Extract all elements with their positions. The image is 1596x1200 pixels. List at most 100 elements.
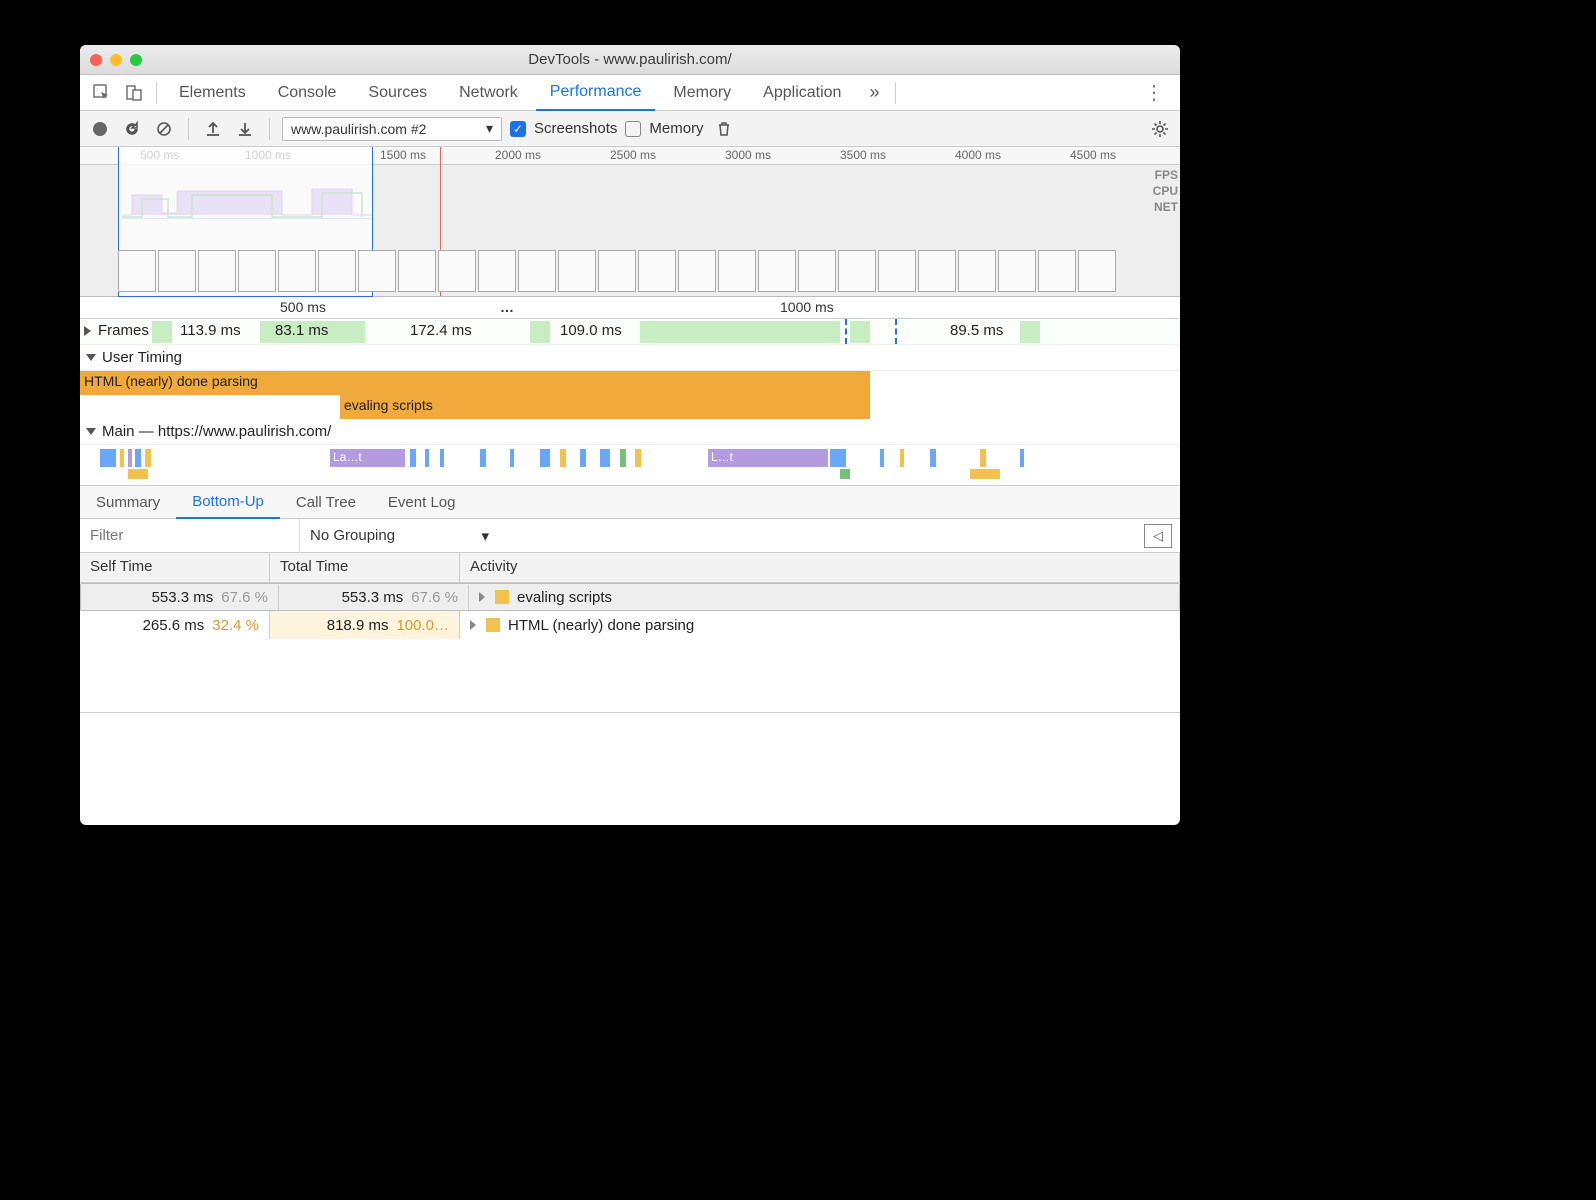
main-thread-track[interactable]: La…t L…t bbox=[80, 445, 1180, 485]
main-thread-header[interactable]: Main — https://www.paulirish.com/ bbox=[80, 419, 1180, 445]
timing-bar-html-parsing[interactable]: HTML (nearly) done parsing bbox=[80, 371, 870, 395]
expand-icon[interactable] bbox=[470, 620, 476, 630]
tab-console[interactable]: Console bbox=[264, 75, 351, 111]
record-button[interactable] bbox=[88, 117, 112, 141]
frames-track[interactable]: Frames 113.9 ms 83.1 ms 172.4 ms 109.0 m… bbox=[80, 319, 1180, 345]
screenshot-thumb[interactable] bbox=[118, 250, 156, 292]
frame-block[interactable] bbox=[850, 321, 870, 343]
tabs-overflow[interactable]: » bbox=[861, 82, 887, 103]
screenshot-thumb[interactable] bbox=[438, 250, 476, 292]
recording-select[interactable]: www.paulirish.com #2 ▾ bbox=[282, 117, 502, 141]
save-profile-icon[interactable] bbox=[233, 117, 257, 141]
screenshot-thumb[interactable] bbox=[238, 250, 276, 292]
screenshot-thumb[interactable] bbox=[398, 250, 436, 292]
zoom-button[interactable] bbox=[130, 54, 142, 66]
tab-event-log[interactable]: Event Log bbox=[372, 485, 472, 519]
user-timing-row: evaling scripts bbox=[80, 395, 1180, 419]
frame-value: 172.4 ms bbox=[410, 322, 472, 339]
screenshots-checkbox[interactable]: ✓ bbox=[510, 121, 526, 137]
memory-label: Memory bbox=[649, 120, 703, 137]
ruler-ellipsis: … bbox=[500, 299, 514, 315]
reload-button[interactable] bbox=[120, 117, 144, 141]
tab-elements[interactable]: Elements bbox=[165, 75, 260, 111]
screenshot-thumb[interactable] bbox=[358, 250, 396, 292]
close-button[interactable] bbox=[90, 54, 102, 66]
time-cursor[interactable] bbox=[895, 319, 897, 344]
tab-application[interactable]: Application bbox=[749, 75, 855, 111]
tab-network[interactable]: Network bbox=[445, 75, 532, 111]
load-profile-icon[interactable] bbox=[201, 117, 225, 141]
performance-toolbar: www.paulirish.com #2 ▾ ✓ Screenshots Mem… bbox=[80, 111, 1180, 147]
collapse-icon[interactable] bbox=[86, 354, 96, 361]
screenshot-thumb[interactable] bbox=[278, 250, 316, 292]
main-tabbar: Elements Console Sources Network Perform… bbox=[80, 75, 1180, 111]
frame-block[interactable] bbox=[1020, 321, 1040, 343]
table-row[interactable]: 553.3 ms67.6 % 553.3 ms67.6 % evaling sc… bbox=[80, 583, 1180, 611]
screenshot-thumb[interactable] bbox=[638, 250, 676, 292]
tab-bottom-up[interactable]: Bottom-Up bbox=[176, 485, 280, 519]
minimize-button[interactable] bbox=[110, 54, 122, 66]
device-toggle-icon[interactable] bbox=[120, 79, 148, 107]
garbage-collect-icon[interactable] bbox=[712, 117, 736, 141]
overview-tick: 2000 ms bbox=[495, 148, 541, 162]
screenshot-thumb[interactable] bbox=[1078, 250, 1116, 292]
screenshot-thumb[interactable] bbox=[558, 250, 596, 292]
col-total-time[interactable]: Total Time bbox=[270, 553, 460, 582]
activity-swatch bbox=[495, 590, 509, 604]
screenshot-thumb[interactable] bbox=[198, 250, 236, 292]
tab-performance[interactable]: Performance bbox=[536, 75, 656, 111]
frames-label: Frames bbox=[98, 322, 149, 339]
overview-tick: 3500 ms bbox=[840, 148, 886, 162]
timeline-overview[interactable]: 500 ms 1000 ms 1500 ms 2000 ms 2500 ms 3… bbox=[80, 147, 1180, 297]
frame-block[interactable] bbox=[530, 321, 550, 343]
kebab-menu-icon[interactable]: ⋮ bbox=[1136, 80, 1172, 105]
screenshot-thumb[interactable] bbox=[798, 250, 836, 292]
screenshot-thumb[interactable] bbox=[678, 250, 716, 292]
table-body: 553.3 ms67.6 % 553.3 ms67.6 % evaling sc… bbox=[80, 583, 1180, 713]
screenshot-thumb[interactable] bbox=[1038, 250, 1076, 292]
screenshot-thumb[interactable] bbox=[838, 250, 876, 292]
expand-icon[interactable] bbox=[479, 592, 485, 602]
inspect-icon[interactable] bbox=[88, 79, 116, 107]
time-cursor[interactable] bbox=[845, 319, 847, 344]
bottom-up-table: Self Time Total Time Activity 553.3 ms67… bbox=[80, 553, 1180, 713]
screenshot-thumb[interactable] bbox=[718, 250, 756, 292]
table-header: Self Time Total Time Activity bbox=[80, 553, 1180, 583]
flame-slice[interactable]: La…t bbox=[330, 449, 405, 467]
screenshot-thumb[interactable] bbox=[958, 250, 996, 292]
clear-button[interactable] bbox=[152, 117, 176, 141]
tab-memory[interactable]: Memory bbox=[659, 75, 745, 111]
user-timing-header[interactable]: User Timing bbox=[80, 345, 1180, 371]
detail-ruler[interactable]: 500 ms 1000 ms … bbox=[80, 297, 1180, 319]
frame-block[interactable] bbox=[640, 321, 840, 343]
timing-bar-evaling-scripts[interactable]: evaling scripts bbox=[340, 395, 870, 419]
tab-call-tree[interactable]: Call Tree bbox=[280, 485, 372, 519]
screenshot-thumb[interactable] bbox=[918, 250, 956, 292]
table-row[interactable]: 265.6 ms32.4 % 818.9 ms100.0… HTML (near… bbox=[80, 611, 1180, 639]
settings-gear-icon[interactable] bbox=[1148, 117, 1172, 141]
ruler-tick: 500 ms bbox=[280, 299, 326, 315]
tab-summary[interactable]: Summary bbox=[80, 485, 176, 519]
show-heaviest-stack-icon[interactable]: ◁ bbox=[1144, 524, 1172, 548]
screenshot-thumb[interactable] bbox=[318, 250, 356, 292]
total-pct: 100.0… bbox=[396, 617, 449, 634]
screenshot-thumb[interactable] bbox=[158, 250, 196, 292]
screenshot-thumb[interactable] bbox=[478, 250, 516, 292]
flame-slice[interactable]: L…t bbox=[708, 449, 828, 467]
screenshot-thumb[interactable] bbox=[878, 250, 916, 292]
screenshot-thumb[interactable] bbox=[518, 250, 556, 292]
grouping-select[interactable]: No Grouping ▾ bbox=[299, 519, 499, 553]
col-activity[interactable]: Activity bbox=[460, 553, 1180, 582]
screenshot-thumb[interactable] bbox=[998, 250, 1036, 292]
tab-sources[interactable]: Sources bbox=[354, 75, 441, 111]
frames-expand-icon[interactable] bbox=[84, 323, 97, 339]
col-self-time[interactable]: Self Time bbox=[80, 553, 270, 582]
memory-checkbox[interactable] bbox=[625, 121, 641, 137]
frame-block[interactable] bbox=[152, 321, 172, 343]
screenshot-thumb[interactable] bbox=[598, 250, 636, 292]
collapse-icon[interactable] bbox=[86, 428, 96, 435]
screenshot-thumb[interactable] bbox=[758, 250, 796, 292]
overview-tick: 1500 ms bbox=[380, 148, 426, 162]
total-ms: 553.3 ms bbox=[342, 589, 404, 606]
filter-input[interactable] bbox=[80, 520, 299, 552]
